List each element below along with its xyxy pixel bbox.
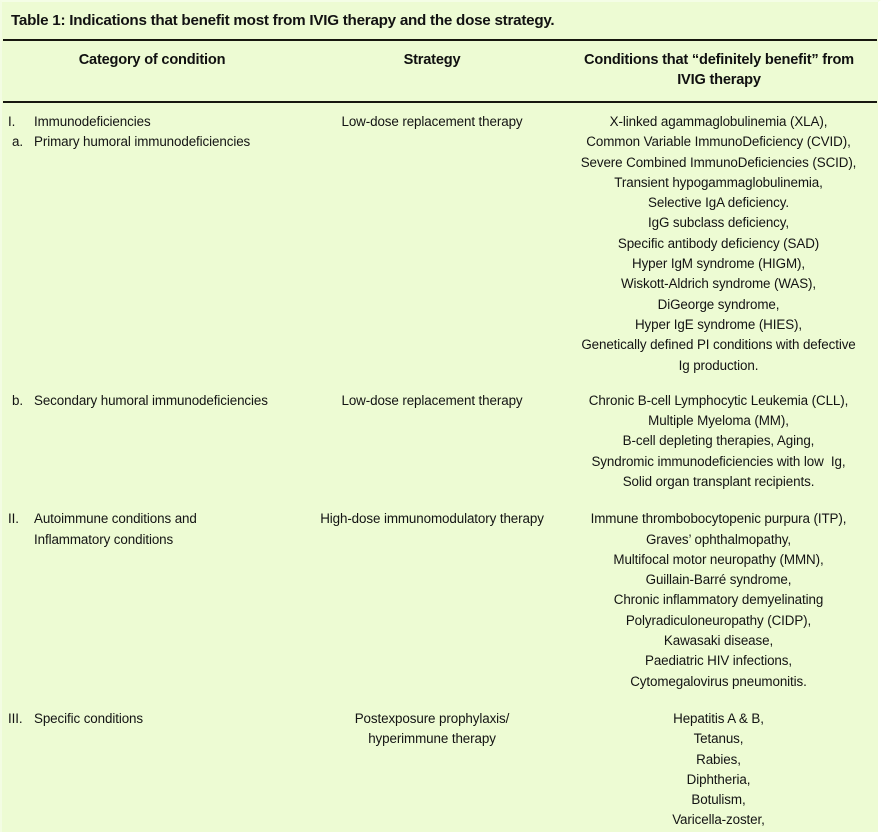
condition-line: Wiskott-Aldrich syndrome (WAS), <box>620 276 817 292</box>
row-1-item-label: Primary humoral immunodeficiencies <box>34 134 251 150</box>
row-4-group-marker: III. <box>8 710 23 726</box>
row-4-conditions-cell: Hepatitis A & B, Tetanus, Rabies, Diphth… <box>564 709 878 832</box>
condition-line: Immune thrombobocytopenic purpura (ITP), <box>590 511 847 527</box>
row-1-item-line: a. Primary humoral immunodeficiencies <box>8 132 298 152</box>
condition-line: Chronic inflammatory demyelinating <box>613 592 824 608</box>
condition-line: Paediatric HIV infections, <box>645 653 792 669</box>
condition-line: Chronic B-cell Lymphocytic Leukemia (CLL… <box>588 392 849 408</box>
row-4-group-line: III. Specific conditions <box>8 709 298 729</box>
condition-line: Severe Combined ImmunoDeficiencies (SCID… <box>580 154 857 170</box>
table-row: b. Secondary humoral immunodeficiencies … <box>2 376 878 492</box>
condition-line: Hyper IgE syndrome (HIES), <box>634 316 803 332</box>
row-4-strategy-line-2: hyperimmune therapy <box>368 731 496 747</box>
condition-line: IgG subclass deficiency, <box>648 215 789 231</box>
condition-line: Varicella-zoster, <box>672 812 765 828</box>
condition-line: Ig production. <box>678 357 759 373</box>
table-body: I. Immunodeficiencies a. Primary humoral… <box>2 103 878 832</box>
condition-line: DiGeorge syndrome, <box>657 296 780 312</box>
condition-line: Selective IgA deficiency. <box>648 195 789 211</box>
condition-line: Genetically defined PI conditions with d… <box>581 337 856 353</box>
condition-line: Hyper IgM syndrome (HIGM), <box>632 256 805 272</box>
condition-line: Syndromic immunodeficiencies with low Ig… <box>591 453 846 469</box>
condition-line: Kawasaki disease, <box>663 633 774 649</box>
row-3-strategy-cell: High-dose immunomodulatory therapy <box>302 509 564 529</box>
row-4-group-label: Specific conditions <box>34 710 144 726</box>
row-4-strategy-line: Postexposure prophylaxis/ <box>354 710 510 726</box>
column-header-conditions-line1: Conditions that “definitely benefit” fro… <box>584 51 854 68</box>
row-4-strategy-cell: Postexposure prophylaxis/ hyperimmune th… <box>302 709 564 750</box>
row-3-group-marker: II. <box>8 511 19 527</box>
row-3-group-line: II. Autoimmune conditions and Inflammato… <box>8 509 298 550</box>
table-row: II. Autoimmune conditions and Inflammato… <box>2 492 878 692</box>
column-header-category: Category of condition <box>78 51 226 68</box>
table-figure: Table 1: Indications that benefit most f… <box>0 0 881 832</box>
row-3-group-label-wrap: Autoimmune conditions and Inflammatory c… <box>34 509 298 550</box>
row-2-category-cell: b. Secondary humoral immunodeficiencies <box>2 391 302 411</box>
condition-line: Multifocal motor neuropathy (MMN), <box>613 551 824 567</box>
row-3-group-label: Autoimmune conditions and <box>34 511 197 527</box>
row-3-category-cell: II. Autoimmune conditions and Inflammato… <box>2 509 302 550</box>
row-4-category-cell: III. Specific conditions <box>2 709 302 729</box>
row-1-conditions-cell: X-linked agammaglobulinemia (XLA), Commo… <box>564 112 878 376</box>
row-2-conditions-cell: Chronic B-cell Lymphocytic Leukemia (CLL… <box>564 391 878 492</box>
row-1-group-marker: I. <box>8 113 16 129</box>
row-3-conditions-cell: Immune thrombobocytopenic purpura (ITP),… <box>564 509 878 692</box>
row-2-strategy-line: Low-dose replacement therapy <box>341 392 523 408</box>
row-3-strategy-line: High-dose immunomodulatory therapy <box>320 511 544 527</box>
condition-line: Common Variable ImmunoDeficiency (CVID), <box>586 134 851 150</box>
condition-line: Tetanus, <box>693 731 744 747</box>
condition-line: Multiple Myeloma (MM), <box>648 413 789 429</box>
row-2-item-line: b. Secondary humoral immunodeficiencies <box>8 391 298 411</box>
condition-line: Solid organ transplant recipients. <box>622 474 815 489</box>
table-header-row: Category of condition Strategy Condition… <box>2 41 878 101</box>
row-1-category-cell: I. Immunodeficiencies a. Primary humoral… <box>2 112 302 153</box>
condition-line: Diphtheria, <box>686 771 751 787</box>
row-3-group-label-line2: Inflammatory conditions <box>34 531 174 547</box>
row-1-strategy-cell: Low-dose replacement therapy <box>302 112 564 132</box>
table-row: I. Immunodeficiencies a. Primary humoral… <box>2 103 878 376</box>
condition-line: Cytomegalovirus pneumonitis. <box>630 673 807 689</box>
column-header-conditions-line2: IVIG therapy <box>677 72 761 89</box>
table-row: III. Specific conditions Postexposure pr… <box>2 692 878 832</box>
row-1-group-line: I. Immunodeficiencies <box>8 112 298 132</box>
row-1-item-marker: a. <box>12 134 23 150</box>
condition-line: Hepatitis A & B, <box>673 710 764 726</box>
condition-line: Guillain-Barré syndrome, <box>645 572 792 588</box>
condition-line: Specific antibody deficiency (SAD) <box>617 235 820 251</box>
table-caption: Table 1: Indications that benefit most f… <box>11 12 555 29</box>
row-2-item-marker: b. <box>12 392 23 408</box>
row-2-strategy-cell: Low-dose replacement therapy <box>302 391 564 411</box>
column-header-conditions: Conditions that “definitely benefit” fro… <box>564 50 878 91</box>
condition-line: B-cell depleting therapies, Aging, <box>622 433 815 449</box>
condition-line: Rabies, <box>696 751 741 767</box>
condition-line: Graves’ ophthalmopathy, <box>645 531 792 547</box>
row-1-strategy-line: Low-dose replacement therapy <box>341 113 523 129</box>
column-header-strategy: Strategy <box>403 51 461 68</box>
condition-line: X-linked agammaglobulinemia (XLA), <box>609 113 828 129</box>
condition-line: Botulism, <box>691 792 746 808</box>
row-2-item-label: Secondary humoral immunodeficiencies <box>34 392 268 408</box>
condition-line: Polyradiculoneuropathy (CIDP), <box>625 612 812 628</box>
row-1-group-label: Immunodeficiencies <box>34 113 151 129</box>
condition-line: Transient hypogammaglobulinemia, <box>614 174 823 190</box>
